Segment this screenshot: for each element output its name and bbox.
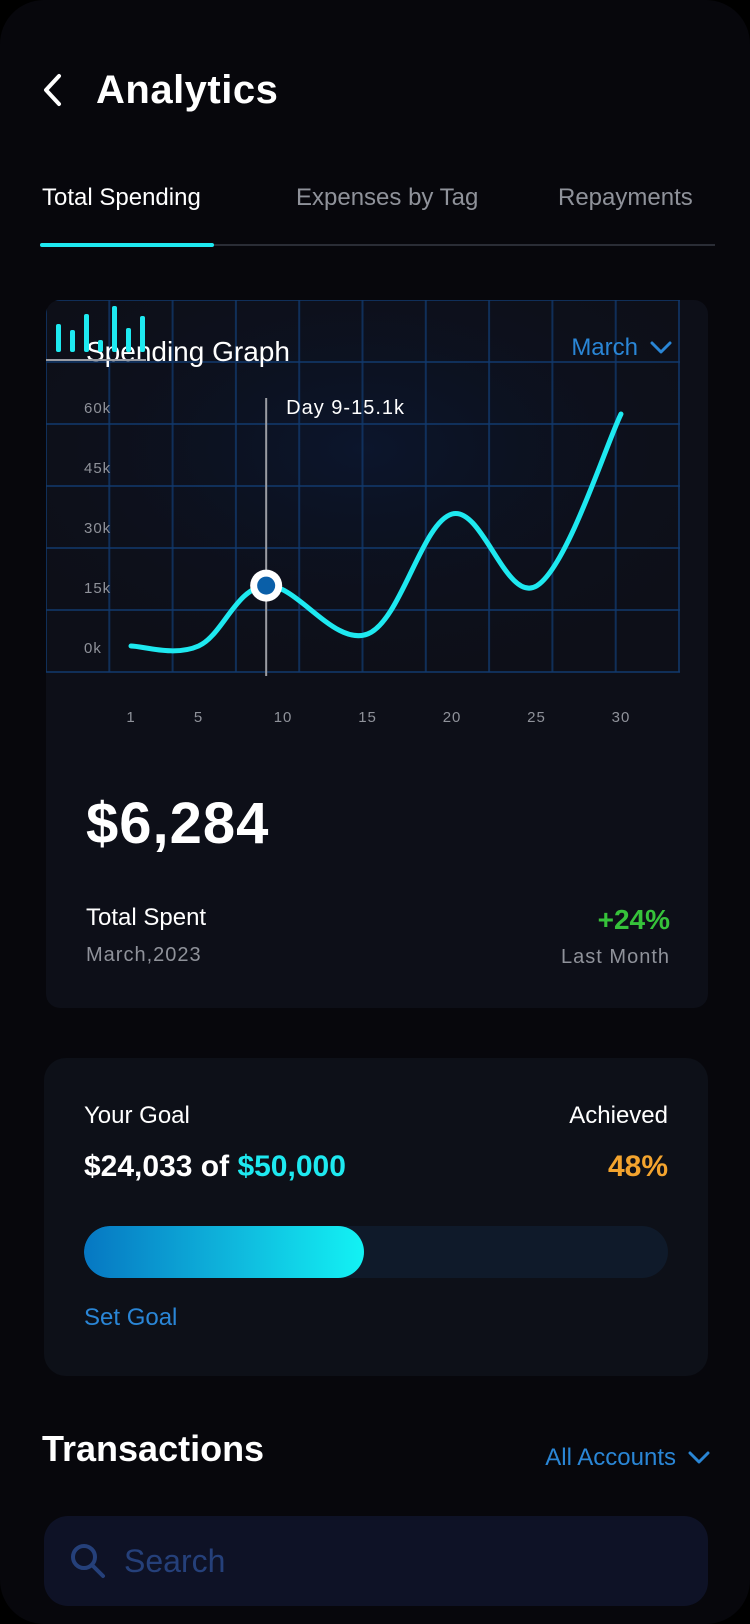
goal-amounts: $24,033 of $50,000 [84, 1150, 346, 1184]
total-spent-date: March,2023 [86, 944, 202, 966]
tab-expenses-by-tag[interactable]: Expenses by Tag [296, 184, 478, 212]
x-tick-label: 25 [527, 709, 546, 726]
change-period-label: Last Month [561, 946, 670, 968]
back-button[interactable] [40, 60, 80, 120]
achieved-label: Achieved [569, 1102, 668, 1129]
chevron-down-icon [688, 1451, 710, 1464]
chevron-left-icon [44, 74, 61, 106]
set-goal-link[interactable]: Set Goal [84, 1304, 177, 1332]
goal-card: Your Goal Achieved $24,033 of $50,000 48… [44, 1058, 708, 1376]
search-bar[interactable] [44, 1516, 708, 1606]
active-tab-indicator [40, 243, 214, 247]
goal-label: Your Goal [84, 1102, 190, 1129]
total-amount: $6,284 [86, 791, 270, 856]
goal-progress-bar [84, 1226, 668, 1278]
chevron-down-icon [650, 341, 672, 354]
x-tick-label: 20 [443, 709, 462, 726]
tab-repayments[interactable]: Repayments [558, 184, 693, 212]
x-axis-ticks: 1 5 10 15 20 25 30 [126, 709, 631, 726]
y-tick-label: 0k [84, 640, 102, 657]
goal-progress-fill [84, 1226, 365, 1278]
day-marker-label: Day 9-15.1k [286, 397, 405, 419]
tab-bar: Total Spending Expenses by Tag Repayment… [40, 176, 715, 247]
page-title: Analytics [96, 67, 279, 112]
x-tick-label: 10 [274, 709, 293, 726]
spending-graph-card: 0k 15k 30k 45k 60k 1 5 10 15 20 25 30 Day 9-15.1k … [46, 300, 708, 1008]
marker-dot-center [257, 576, 276, 595]
account-filter-dropdown[interactable]: All Accounts [545, 1444, 710, 1472]
goal-target: $50,000 [237, 1150, 346, 1183]
month-selector-label: March [571, 334, 638, 361]
total-spent-label: Total Spent [86, 904, 207, 931]
bar-chart-icon [46, 306, 146, 361]
y-tick-label: 45k [84, 460, 111, 477]
y-tick-label: 30k [84, 520, 111, 537]
search-icon [68, 1541, 108, 1581]
tab-total-spending[interactable]: Total Spending [42, 184, 201, 212]
transactions-title: Transactions [42, 1428, 265, 1469]
month-selector[interactable]: March [571, 334, 672, 362]
achieved-percent: 48% [607, 1150, 668, 1183]
y-tick-label: 60k [84, 400, 111, 417]
goal-current: $24,033 of [84, 1150, 238, 1183]
x-tick-label: 5 [194, 709, 203, 726]
change-percent: +24% [597, 904, 670, 935]
analytics-screen: Analytics Total Spending Expenses by Tag… [0, 0, 750, 1624]
account-filter-label: All Accounts [545, 1444, 676, 1471]
search-input[interactable] [122, 1530, 666, 1592]
y-tick-label: 15k [84, 580, 111, 597]
x-tick-label: 30 [612, 709, 631, 726]
day-marker-point[interactable] [250, 569, 283, 602]
header: Analytics [40, 60, 278, 120]
x-tick-label: 15 [358, 709, 377, 726]
x-tick-label: 1 [126, 709, 135, 726]
